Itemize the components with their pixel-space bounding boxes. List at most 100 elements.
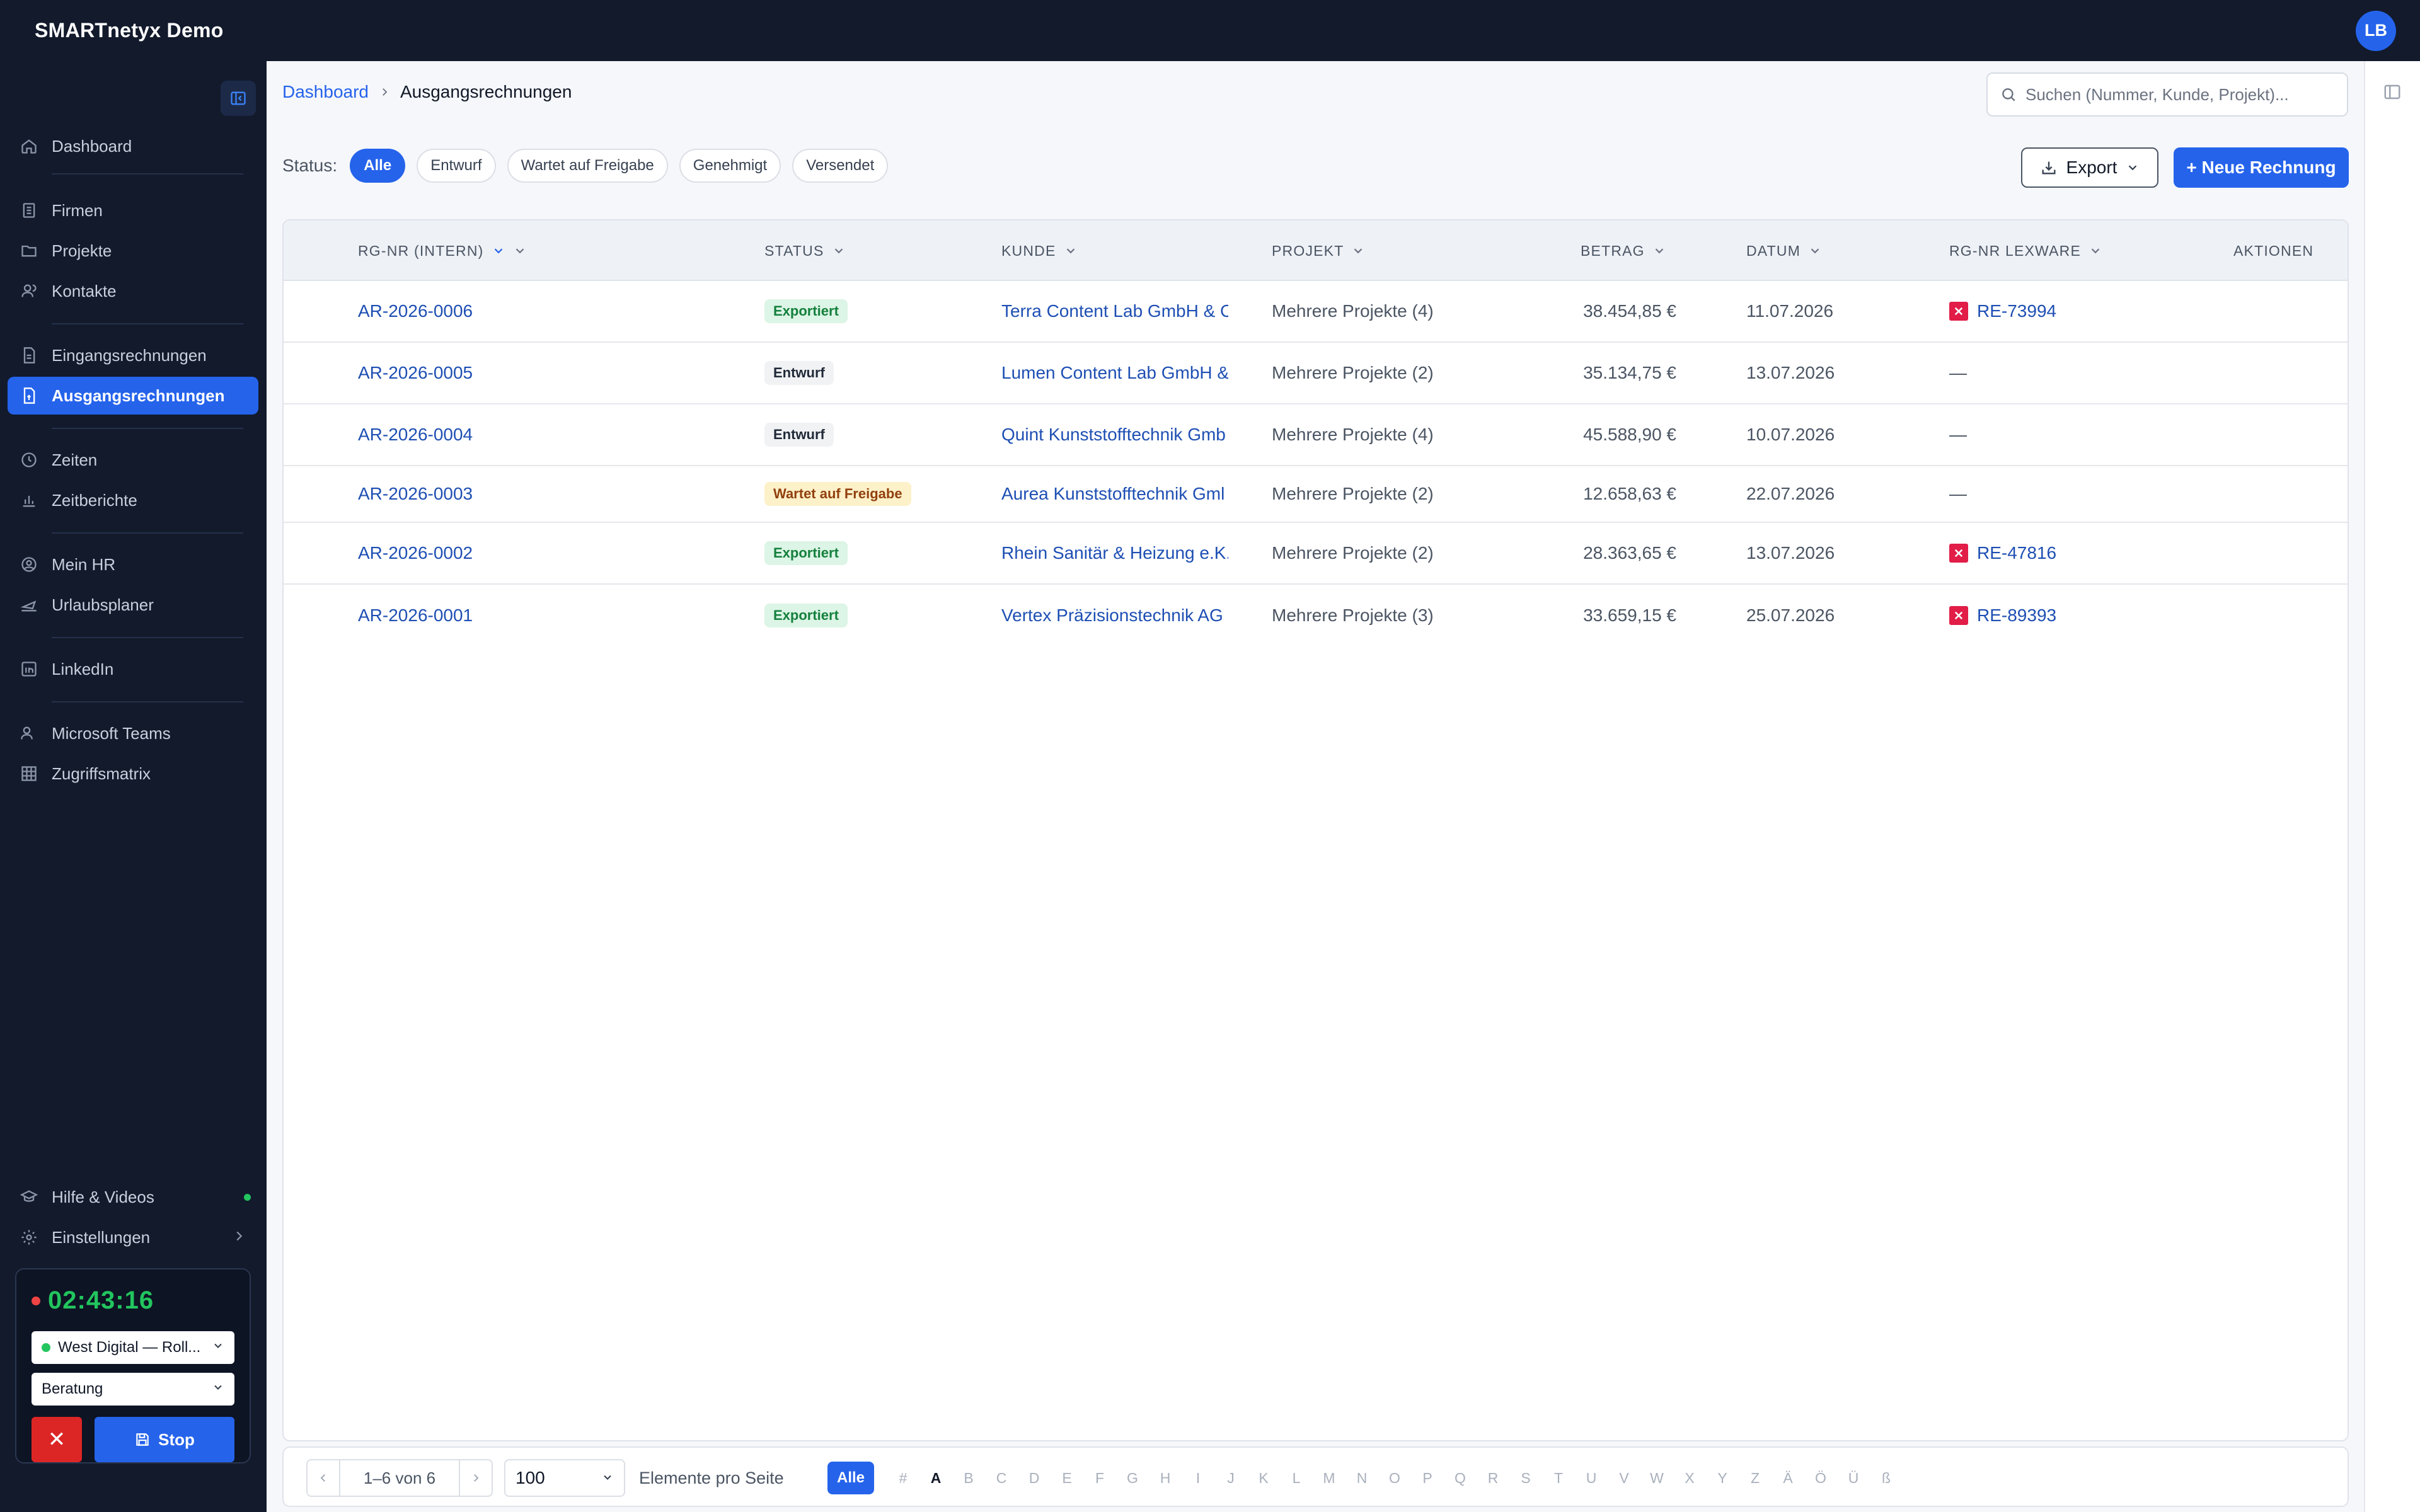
customer-link[interactable]: Lumen Content Lab GmbH & bbox=[1001, 343, 1228, 403]
column-header-lexware[interactable]: RG-NR LEXWARE bbox=[1949, 220, 2102, 281]
panel-toggle-icon[interactable] bbox=[2383, 83, 2402, 105]
column-header-betrag[interactable]: BETRAG bbox=[1581, 220, 1666, 281]
per-page-select[interactable]: 100 bbox=[504, 1459, 625, 1497]
sidebar-item-zeiten[interactable]: Zeiten bbox=[8, 441, 258, 479]
alpha-filter-letter[interactable]: C bbox=[985, 1470, 1018, 1487]
gear-icon bbox=[19, 1227, 39, 1247]
sidebar-item-zugriffsmatrix[interactable]: Zugriffsmatrix bbox=[8, 755, 258, 793]
alpha-filter-letter[interactable]: Ü bbox=[1837, 1470, 1870, 1487]
sidebar-item-firmen[interactable]: Firmen bbox=[8, 192, 258, 229]
prev-page-button[interactable] bbox=[308, 1460, 339, 1496]
table-row[interactable]: AR-2026-0001 Exportiert Vertex Präzision… bbox=[284, 585, 2348, 646]
user-avatar[interactable]: LB bbox=[2356, 10, 2396, 51]
alpha-filter-letter[interactable]: R bbox=[1477, 1470, 1509, 1487]
alpha-filter-letter[interactable]: J bbox=[1214, 1470, 1247, 1487]
alpha-filter-letter[interactable]: W bbox=[1640, 1470, 1673, 1487]
alpha-filter-letter[interactable]: ß bbox=[1870, 1470, 1903, 1487]
alpha-filter-letter[interactable]: I bbox=[1182, 1470, 1214, 1487]
customer-link[interactable]: Aurea Kunststofftechnik Gml bbox=[1001, 466, 1228, 522]
filter-chip-versendet[interactable]: Versendet bbox=[792, 149, 889, 183]
cancel-timer-button[interactable]: ✕ bbox=[32, 1417, 82, 1462]
filter-chip-wartet-auf-freigabe[interactable]: Wartet auf Freigabe bbox=[507, 149, 668, 183]
column-header-rg-nr[interactable]: RG-NR (INTERN) bbox=[358, 220, 527, 281]
alpha-filter-letter[interactable]: Ä bbox=[1772, 1470, 1804, 1487]
alpha-filter-letter[interactable]: D bbox=[1018, 1470, 1051, 1487]
table-row[interactable]: AR-2026-0003 Wartet auf Freigabe Aurea K… bbox=[284, 466, 2348, 523]
alpha-filter-letter[interactable]: L bbox=[1280, 1470, 1313, 1487]
stop-timer-button[interactable]: Stop bbox=[95, 1417, 234, 1462]
new-invoice-button[interactable]: + Neue Rechnung bbox=[2174, 147, 2349, 188]
alpha-filter-letter[interactable]: O bbox=[1378, 1470, 1411, 1487]
alpha-filter-letter[interactable]: S bbox=[1509, 1470, 1542, 1487]
sidebar-item-zeitberichte[interactable]: Zeitberichte bbox=[8, 481, 258, 519]
next-page-button[interactable] bbox=[460, 1460, 492, 1496]
table-row[interactable]: AR-2026-0005 Entwurf Lumen Content Lab G… bbox=[284, 343, 2348, 404]
customer-link[interactable]: Terra Content Lab GmbH & C bbox=[1001, 281, 1228, 341]
project-select[interactable]: West Digital — Roll... bbox=[32, 1331, 234, 1364]
alpha-filter-letter[interactable]: A bbox=[919, 1470, 952, 1487]
column-header-projekt[interactable]: PROJEKT bbox=[1272, 220, 1365, 281]
alpha-filter-letter[interactable]: Ö bbox=[1804, 1470, 1837, 1487]
table-row[interactable]: AR-2026-0004 Entwurf Quint Kunststofftec… bbox=[284, 404, 2348, 466]
sidebar-item-dashboard[interactable]: Dashboard bbox=[8, 127, 258, 165]
alpha-filter-letter[interactable]: X bbox=[1673, 1470, 1706, 1487]
alpha-filter-letter[interactable]: F bbox=[1083, 1470, 1116, 1487]
alpha-filter-letter[interactable]: P bbox=[1411, 1470, 1444, 1487]
invoice-number-link[interactable]: AR-2026-0006 bbox=[358, 281, 473, 341]
alpha-filter-letter[interactable]: N bbox=[1345, 1470, 1378, 1487]
filter-chip-entwurf[interactable]: Entwurf bbox=[417, 149, 496, 183]
alpha-filter-letter[interactable]: K bbox=[1247, 1470, 1280, 1487]
breadcrumb-dashboard-link[interactable]: Dashboard bbox=[282, 82, 369, 102]
lexware-number-link[interactable]: RE-73994 bbox=[1949, 281, 2056, 341]
alpha-filter-letter[interactable]: G bbox=[1116, 1470, 1149, 1487]
invoice-number-link[interactable]: AR-2026-0003 bbox=[358, 466, 473, 522]
alpha-filter-letter[interactable]: Z bbox=[1739, 1470, 1772, 1487]
customer-link[interactable]: Quint Kunststofftechnik Gmb bbox=[1001, 404, 1228, 465]
sidebar-item-mein-hr[interactable]: Mein HR bbox=[8, 546, 258, 583]
alpha-filter-letter[interactable]: M bbox=[1313, 1470, 1345, 1487]
alpha-filter-letter[interactable]: V bbox=[1608, 1470, 1640, 1487]
sidebar-item-projekte[interactable]: Projekte bbox=[8, 232, 258, 270]
graduation-cap-icon bbox=[19, 1187, 39, 1207]
sidebar-item-microsoft-teams[interactable]: Microsoft Teams bbox=[8, 714, 258, 752]
alpha-filter-letter[interactable]: # bbox=[887, 1470, 919, 1487]
table-row[interactable]: AR-2026-0006 Exportiert Terra Content La… bbox=[284, 281, 2348, 343]
alpha-filter-all[interactable]: Alle bbox=[827, 1462, 874, 1494]
sidebar-item-einstellungen[interactable]: Einstellungen bbox=[8, 1218, 258, 1256]
invoice-number-link[interactable]: AR-2026-0005 bbox=[358, 343, 473, 403]
column-header-status[interactable]: STATUS bbox=[764, 220, 846, 281]
invoice-number-link[interactable]: AR-2026-0002 bbox=[358, 523, 473, 583]
invoice-number-link[interactable]: AR-2026-0001 bbox=[358, 585, 473, 646]
sidebar-item-urlaubsplaner[interactable]: Urlaubsplaner bbox=[8, 586, 258, 624]
export-button[interactable]: Export bbox=[2021, 147, 2158, 188]
table-row[interactable]: AR-2026-0002 Exportiert Rhein Sanitär & … bbox=[284, 523, 2348, 585]
clock-icon bbox=[19, 450, 39, 470]
collapse-sidebar-button[interactable] bbox=[221, 81, 256, 116]
alpha-filter-letter[interactable]: Q bbox=[1444, 1470, 1477, 1487]
alpha-filter-letter[interactable]: Y bbox=[1706, 1470, 1739, 1487]
activity-select[interactable]: Beratung bbox=[32, 1373, 234, 1406]
sidebar-item-eingangsrechnungen[interactable]: Eingangsrechnungen bbox=[8, 336, 258, 374]
alpha-filter-letter[interactable]: B bbox=[952, 1470, 985, 1487]
sidebar-item-hilfe-videos[interactable]: Hilfe & Videos bbox=[8, 1178, 258, 1216]
invoice-number-link[interactable]: AR-2026-0004 bbox=[358, 404, 473, 465]
search-input[interactable]: Suchen (Nummer, Kunde, Projekt)... bbox=[1986, 72, 2348, 117]
lexware-number-link[interactable]: RE-47816 bbox=[1949, 523, 2056, 583]
sidebar-item-linkedin[interactable]: LinkedIn bbox=[8, 650, 258, 688]
sidebar-item-kontakte[interactable]: Kontakte bbox=[8, 272, 258, 310]
alpha-filter-letter[interactable]: E bbox=[1051, 1470, 1083, 1487]
filter-chip-alle[interactable]: Alle bbox=[350, 149, 406, 183]
project-cell: Mehrere Projekte (3) bbox=[1272, 605, 1434, 625]
alpha-filter-letter[interactable]: H bbox=[1149, 1470, 1182, 1487]
sidebar-item-label: Einstellungen bbox=[52, 1227, 151, 1247]
column-header-kunde[interactable]: KUNDE bbox=[1001, 220, 1078, 281]
filter-chip-genehmigt[interactable]: Genehmigt bbox=[679, 149, 781, 183]
customer-link[interactable]: Rhein Sanitär & Heizung e.K. bbox=[1001, 523, 1228, 583]
search-placeholder: Suchen (Nummer, Kunde, Projekt)... bbox=[2025, 84, 2289, 104]
alpha-filter-letter[interactable]: T bbox=[1542, 1470, 1575, 1487]
customer-link[interactable]: Vertex Präzisionstechnik AG bbox=[1001, 585, 1228, 646]
column-header-datum[interactable]: DATUM bbox=[1746, 220, 1822, 281]
sidebar-item-ausgangsrechnungen[interactable]: Ausgangsrechnungen bbox=[8, 377, 258, 415]
alpha-filter-letter[interactable]: U bbox=[1575, 1470, 1608, 1487]
lexware-number-link[interactable]: RE-89393 bbox=[1949, 585, 2056, 646]
